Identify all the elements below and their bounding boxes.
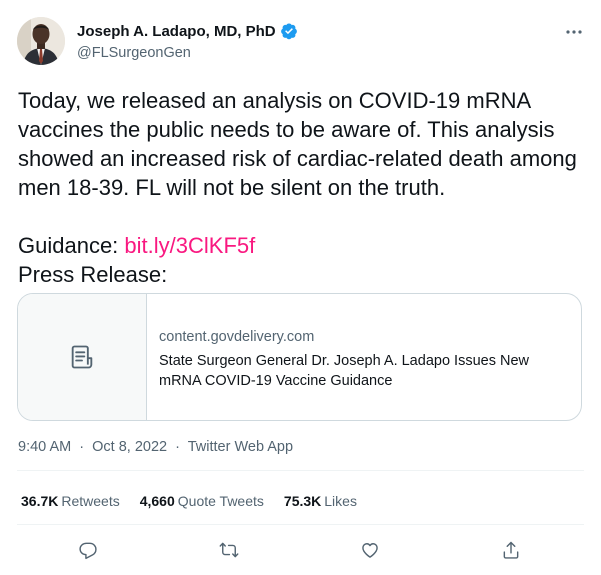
likes-count: 75.3K (283, 493, 322, 509)
avatar[interactable] (17, 17, 65, 65)
meta-separator: · (79, 439, 85, 455)
document-icon (71, 345, 93, 369)
guidance-label: Guidance: (18, 233, 119, 258)
engagement-stats: 36.7K Retweets 4,660 Quote Tweets 75.3K Lik… (21, 493, 377, 509)
likes-stat[interactable]: 75.3K Likes (284, 493, 357, 509)
author-name[interactable]: Joseph A. Ladapo, MD, PhD (77, 23, 276, 40)
guidance-link[interactable]: bit.ly/3ClKF5f (124, 233, 255, 258)
tweet-source[interactable]: Twitter Web App (188, 439, 293, 455)
link-preview-card[interactable]: content.govdelivery.com State Surgeon Ge… (17, 293, 582, 421)
verified-badge-icon (280, 22, 298, 40)
tweet-time[interactable]: 9:40 AM (18, 439, 71, 455)
like-icon[interactable] (359, 539, 381, 561)
tweet-date[interactable]: Oct 8, 2022 (92, 439, 167, 455)
guidance-line: Guidance: bit.ly/3ClKF5f (18, 231, 588, 260)
card-thumbnail (18, 294, 147, 420)
quote-tweets-label: Quote Tweets (177, 493, 264, 509)
retweets-count: 36.7K (21, 493, 59, 509)
retweets-stat[interactable]: 36.7K Retweets (21, 493, 120, 509)
quote-tweets-count: 4,660 (139, 493, 175, 509)
retweet-icon[interactable] (218, 539, 240, 561)
reply-icon[interactable] (77, 539, 99, 561)
tweet-paragraph: Today, we released an analysis on COVID-… (18, 88, 577, 200)
card-domain: content.govdelivery.com (159, 329, 315, 345)
press-release-label: Press Release: (18, 262, 168, 287)
more-options-icon[interactable] (560, 22, 588, 42)
quote-tweets-stat[interactable]: 4,660 Quote Tweets (140, 493, 264, 509)
card-title: State Surgeon General Dr. Joseph A. Lada… (159, 353, 529, 389)
author-name-row[interactable]: Joseph A. Ladapo, MD, PhD (77, 22, 298, 40)
likes-label: Likes (324, 493, 357, 509)
author-handle[interactable]: @FLSurgeonGen (77, 45, 191, 61)
divider (17, 524, 584, 525)
share-icon[interactable] (500, 539, 522, 561)
avatar-image (17, 17, 65, 65)
tweet-meta: 9:40 AM · Oct 8, 2022 · Twitter Web App (18, 439, 293, 455)
meta-separator: · (175, 439, 180, 455)
retweets-label: Retweets (61, 493, 120, 509)
tweet-text: Today, we released an analysis on COVID-… (18, 86, 588, 289)
divider (17, 470, 584, 471)
tweet: Joseph A. Ladapo, MD, PhD @FLSurgeonGen … (0, 0, 601, 575)
